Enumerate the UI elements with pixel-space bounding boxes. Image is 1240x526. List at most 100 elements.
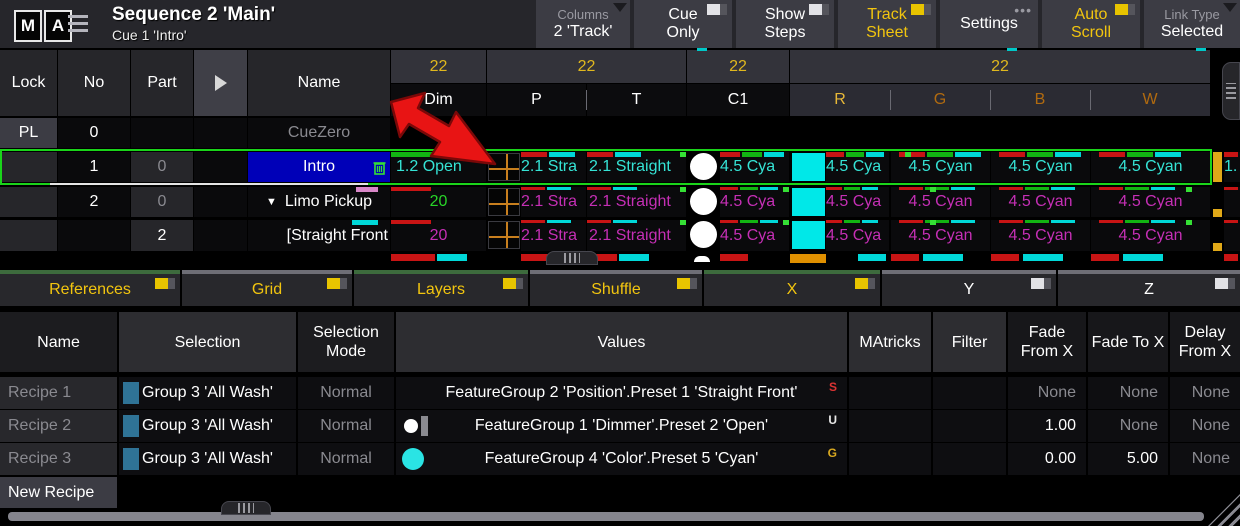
- channel-header-p[interactable]: P: [487, 84, 586, 116]
- position-crosshair-icon[interactable]: [488, 221, 520, 249]
- cue-name-cell[interactable]: [Straight Front: [248, 220, 390, 251]
- tab-shuffle[interactable]: Shuffle: [530, 270, 702, 306]
- window-menu-icon[interactable]: [68, 15, 88, 32]
- collapse-arrow-icon[interactable]: ▼: [266, 196, 277, 208]
- g-value-cell[interactable]: 4.5 Cyan: [891, 187, 990, 217]
- b-value-cell[interactable]: 4.5 Cyan: [991, 152, 1090, 182]
- track-sheet-button[interactable]: Track Sheet: [838, 0, 936, 48]
- pan-value-cell[interactable]: 2.1 Stra: [521, 220, 586, 251]
- channel-header-g[interactable]: G: [890, 84, 990, 116]
- recipe-filter-cell[interactable]: [933, 443, 1006, 475]
- dim-value-cell[interactable]: 20: [391, 187, 486, 217]
- cue-name-cell[interactable]: ▼ Limo Pickup: [248, 187, 390, 217]
- auto-scroll-button[interactable]: Auto Scroll: [1042, 0, 1140, 48]
- expand-cell[interactable]: [194, 152, 247, 182]
- recipe-fade-to-cell[interactable]: None: [1088, 377, 1168, 409]
- dim-value-cell[interactable]: 1.2 Open: [391, 152, 486, 182]
- recipe-mode-cell[interactable]: Normal: [298, 443, 394, 475]
- column-header-lock[interactable]: Lock: [0, 50, 57, 116]
- fixture-group-header[interactable]: 22: [790, 50, 1210, 83]
- show-steps-button[interactable]: Show Steps: [736, 0, 834, 48]
- lock-cell[interactable]: [0, 187, 57, 217]
- column-header-no[interactable]: No: [58, 50, 130, 116]
- recipe-mode-cell[interactable]: Normal: [298, 377, 394, 409]
- recipe-matricks-cell[interactable]: [849, 443, 931, 475]
- recipe-fade-to-cell[interactable]: None: [1088, 410, 1168, 442]
- channel-header-b[interactable]: B: [990, 84, 1090, 116]
- recipe-mode-cell[interactable]: Normal: [298, 410, 394, 442]
- position-crosshair-icon[interactable]: [488, 188, 520, 216]
- part-cell[interactable]: 0: [131, 152, 193, 182]
- cue-name-cell[interactable]: Intro: [248, 152, 390, 182]
- c1-value-cell[interactable]: 4.5 Cya: [720, 187, 789, 217]
- column-header-part[interactable]: Part: [131, 50, 193, 116]
- bottom-scrollbar[interactable]: [8, 512, 1204, 521]
- recipe-name-cell[interactable]: Recipe 2: [0, 410, 117, 442]
- c1-value-cell[interactable]: 4.5 Cya: [720, 220, 789, 251]
- recipe-matricks-cell[interactable]: [849, 410, 931, 442]
- horizontal-scroll-handle[interactable]: [546, 251, 598, 265]
- recipes-header-filter[interactable]: Filter: [933, 312, 1006, 372]
- recipes-header-name[interactable]: Name: [0, 312, 117, 372]
- settings-button[interactable]: Settings •••: [940, 0, 1038, 48]
- column-header-name[interactable]: Name: [248, 50, 390, 116]
- channel-header-dim[interactable]: Dim: [391, 84, 486, 116]
- clipped-value-cell[interactable]: [1224, 187, 1240, 217]
- recipe-fade-from-cell[interactable]: 1.00: [1008, 410, 1086, 442]
- part-cell[interactable]: 0: [131, 187, 193, 217]
- r-value-cell[interactable]: 4.5 Cya: [826, 152, 889, 182]
- part-cell[interactable]: 2: [131, 220, 193, 251]
- recipe-delay-from-cell[interactable]: None: [1170, 410, 1240, 442]
- recipe-fade-to-cell[interactable]: 5.00: [1088, 443, 1168, 475]
- tab-x[interactable]: X: [704, 270, 880, 306]
- recipe-delay-from-cell[interactable]: None: [1170, 377, 1240, 409]
- vertical-scroll-handle[interactable]: [1222, 62, 1240, 120]
- expand-cell[interactable]: [194, 220, 247, 251]
- recipe-selection-cell[interactable]: Group 3 'All Wash': [119, 410, 296, 442]
- cue-number-cell[interactable]: 0: [58, 118, 130, 148]
- pan-value-cell[interactable]: 2.1 Stra: [521, 152, 586, 182]
- cue-only-button[interactable]: Cue Only: [634, 0, 732, 48]
- channel-header-w[interactable]: W: [1090, 84, 1210, 116]
- b-value-cell[interactable]: 4.5 Cyan: [991, 220, 1090, 251]
- recipes-header-values[interactable]: Values: [396, 312, 847, 372]
- recipe-fade-from-cell[interactable]: None: [1008, 377, 1086, 409]
- w-value-cell[interactable]: 4.5 Cyan: [1091, 152, 1210, 182]
- tilt-value-cell[interactable]: 2.1 Straight: [587, 152, 686, 182]
- recipes-header-matricks[interactable]: MAtricks: [849, 312, 931, 372]
- cue-number-cell[interactable]: 2: [58, 187, 130, 217]
- r-value-cell[interactable]: 4.5 Cya: [826, 187, 889, 217]
- recipe-values-cell[interactable]: FeatureGroup 4 'Color'.Preset 5 'Cyan' G: [396, 443, 847, 475]
- tab-grid[interactable]: Grid: [182, 270, 352, 306]
- recipe-delay-from-cell[interactable]: None: [1170, 443, 1240, 475]
- recipe-selection-cell[interactable]: Group 3 'All Wash': [119, 443, 296, 475]
- link-type-button[interactable]: Link Type Selected: [1144, 0, 1240, 48]
- new-recipe-button[interactable]: New Recipe: [0, 477, 117, 508]
- pan-value-cell[interactable]: 2.1 Stra: [521, 187, 586, 217]
- clipped-value-cell[interactable]: [1224, 220, 1240, 251]
- position-crosshair-icon[interactable]: [488, 153, 520, 181]
- channel-header-t[interactable]: T: [587, 84, 686, 116]
- tilt-value-cell[interactable]: 2.1 Straight: [587, 187, 686, 217]
- dim-value-cell[interactable]: 20: [391, 220, 486, 251]
- tab-layers[interactable]: Layers: [354, 270, 528, 306]
- recipes-header-delay-from-x[interactable]: Delay From X: [1170, 312, 1240, 372]
- bottom-scroll-handle[interactable]: [221, 501, 271, 515]
- tab-z[interactable]: Z: [1058, 270, 1240, 306]
- recipes-header-selection-mode[interactable]: Selection Mode: [298, 312, 394, 372]
- fixture-group-header[interactable]: 22: [391, 50, 486, 83]
- cue-number-cell[interactable]: 1: [58, 152, 130, 182]
- w-value-cell[interactable]: 4.5 Cyan: [1091, 220, 1210, 251]
- recipe-selection-cell[interactable]: Group 3 'All Wash': [119, 377, 296, 409]
- recipe-values-cell[interactable]: FeatureGroup 1 'Dimmer'.Preset 2 'Open' …: [396, 410, 847, 442]
- recipe-matricks-cell[interactable]: [849, 377, 931, 409]
- lock-cell[interactable]: PL: [0, 118, 57, 148]
- lock-cell[interactable]: [0, 152, 57, 182]
- channel-header-c1[interactable]: C1: [687, 84, 789, 116]
- recipe-filter-cell[interactable]: [933, 410, 1006, 442]
- column-header-expand[interactable]: [194, 50, 247, 116]
- window-resize-grip[interactable]: [1208, 494, 1240, 526]
- expand-cell[interactable]: [194, 187, 247, 217]
- recipe-filter-cell[interactable]: [933, 377, 1006, 409]
- tab-y[interactable]: Y: [882, 270, 1056, 306]
